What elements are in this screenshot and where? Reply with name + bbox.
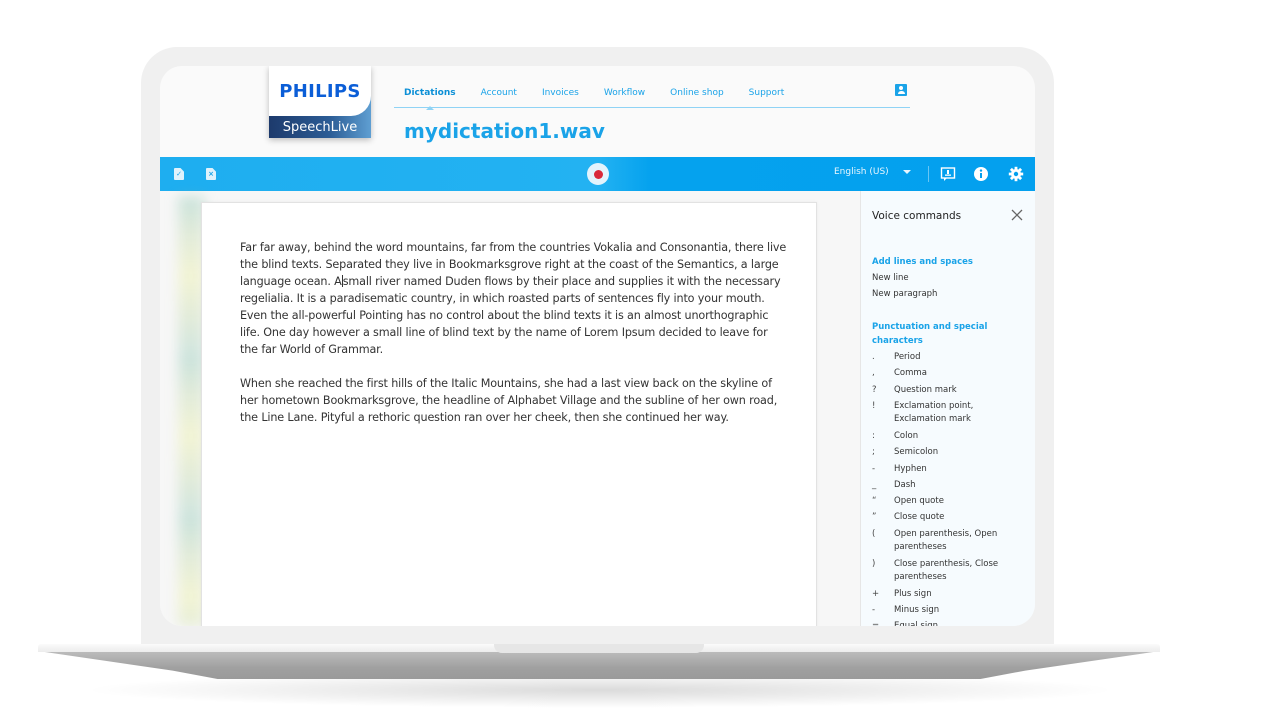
record-button[interactable]: [587, 163, 609, 185]
command-symbol: ): [872, 558, 876, 569]
laptop-base: [38, 651, 1160, 679]
command-symbol: ?: [872, 384, 877, 395]
file-check-icon[interactable]: ✓: [174, 168, 184, 180]
nav-workflow[interactable]: Workflow: [604, 88, 645, 98]
settings-gear-icon[interactable]: [1008, 166, 1024, 182]
toolbar-divider: [928, 166, 929, 182]
command-label: Period: [894, 352, 921, 362]
voice-commands-icon[interactable]: [940, 166, 956, 182]
command-label: Hyphen: [894, 463, 927, 474]
command-label: Dash: [894, 479, 916, 490]
nav-support[interactable]: Support: [749, 88, 785, 98]
command-symbol: (: [872, 528, 876, 539]
user-profile-icon[interactable]: [895, 84, 907, 96]
info-icon[interactable]: [973, 166, 989, 182]
command-symbol: :: [872, 430, 875, 441]
language-value: English (US): [834, 167, 889, 177]
transcript-page[interactable]: Far far away, behind the word mountains,…: [201, 202, 817, 626]
command-label: Minus sign: [894, 605, 940, 615]
editor-toolbar: ✓ × English (US): [160, 157, 1035, 191]
command-new-paragraph: New paragraph: [872, 289, 938, 299]
command-label: Question mark: [894, 384, 957, 395]
section-heading-punctuation: Punctuation and special characters: [872, 322, 988, 346]
command-label: Close quote: [894, 512, 945, 523]
nav-account[interactable]: Account: [481, 88, 517, 98]
nav-invoices[interactable]: Invoices: [542, 88, 579, 98]
command-symbol: =: [872, 620, 886, 626]
command-symbol: “: [872, 496, 877, 507]
main-nav: Dictations Account Invoices Workflow Onl…: [394, 78, 910, 110]
transcript-paragraph-2[interactable]: When she reached the first hills of the …: [240, 375, 788, 426]
command-symbol: ,: [872, 368, 875, 379]
command-symbol: -: [872, 463, 876, 474]
chevron-down-icon: [902, 170, 911, 174]
command-symbol: .: [872, 352, 875, 362]
command-symbol: !: [872, 400, 876, 411]
close-icon[interactable]: [1011, 209, 1023, 221]
language-select[interactable]: English (US): [834, 167, 911, 177]
file-close-icon[interactable]: ×: [206, 168, 216, 180]
command-symbol: +: [872, 588, 880, 599]
document-title: mydictation1.wav: [404, 119, 605, 143]
logo-company: PHILIPS: [279, 80, 361, 102]
voice-commands-title: Voice commands: [872, 210, 962, 222]
command-label: Comma: [894, 368, 927, 379]
command-new-line: New line: [872, 273, 909, 283]
command-label: Semicolon: [894, 447, 939, 458]
command-label: Open quote: [894, 496, 944, 507]
command-symbol: _: [872, 479, 877, 490]
command-label: Open parenthesis, Open parentheses: [894, 528, 998, 553]
command-label: Equal sign: [894, 620, 1024, 626]
command-label: Close parenthesis, Close parentheses: [894, 558, 999, 583]
laptop-notch: [494, 644, 704, 653]
command-symbol: ;: [872, 447, 875, 458]
section-heading-lines: Add lines and spaces: [872, 257, 973, 267]
app-screen: PHILIPS SpeechLive Dictations Account In…: [160, 66, 1035, 626]
transcript-paragraph-1[interactable]: Far far away, behind the word mountains,…: [240, 239, 788, 358]
command-label: Plus sign: [894, 588, 932, 599]
philips-speechlive-logo[interactable]: PHILIPS SpeechLive: [269, 66, 371, 138]
record-icon: [593, 169, 603, 179]
nav-online-shop[interactable]: Online shop: [670, 88, 724, 98]
voice-commands-panel: Voice commands Add lines and spaces New …: [860, 191, 1035, 626]
command-label: Colon: [894, 430, 919, 441]
logo-product: SpeechLive: [282, 119, 358, 135]
command-label: Exclamation point, Exclamation mark: [894, 400, 974, 425]
logo-brand-area: PHILIPS: [269, 66, 371, 116]
command-symbol: ”: [872, 512, 877, 523]
command-symbol: -: [872, 605, 876, 615]
nav-dictations[interactable]: Dictations: [404, 88, 456, 110]
